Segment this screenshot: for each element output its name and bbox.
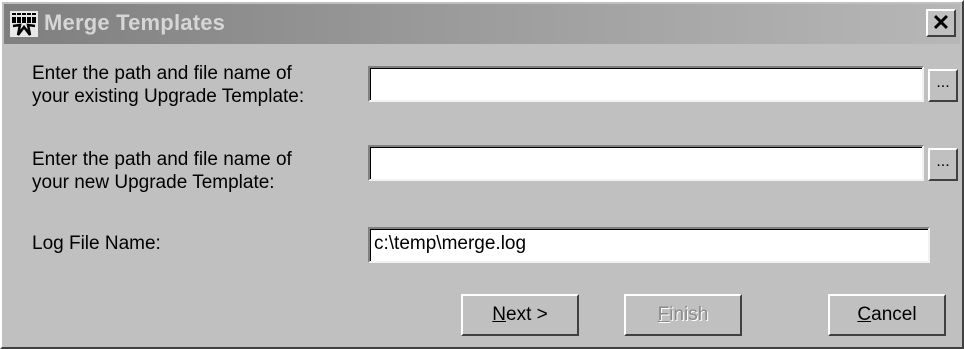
log-file-label: Log File Name:: [32, 233, 161, 254]
new-template-label: Enter the path and file name of your new…: [32, 149, 292, 193]
new-template-browse-button[interactable]: ...: [928, 148, 958, 181]
next-button[interactable]: Next >: [461, 294, 579, 336]
new-template-path-input[interactable]: [368, 145, 924, 181]
cancel-label: ancel: [871, 304, 917, 325]
finish-button[interactable]: Finish: [624, 294, 742, 336]
next-label: ext >: [506, 304, 548, 325]
existing-template-browse-button[interactable]: ...: [928, 69, 958, 102]
app-logo-icon: [10, 11, 38, 37]
next-mnemonic: N: [492, 304, 506, 325]
finish-label: inish: [669, 304, 709, 325]
merge-templates-dialog: Merge Templates ✕ Enter the path and fil…: [0, 0, 964, 349]
cancel-mnemonic: C: [857, 304, 872, 325]
existing-template-path-input[interactable]: [368, 66, 924, 102]
close-icon: ✕: [931, 10, 951, 35]
window-title: Merge Templates: [44, 10, 226, 35]
cancel-button[interactable]: Cancel: [828, 294, 946, 336]
finish-mnemonic: F: [657, 304, 670, 325]
log-file-name-input[interactable]: c:\temp\merge.log: [368, 227, 930, 263]
close-button[interactable]: ✕: [926, 9, 956, 37]
title-bar[interactable]: Merge Templates ✕: [4, 4, 960, 44]
existing-template-label: Enter the path and file name of your exi…: [32, 63, 305, 107]
